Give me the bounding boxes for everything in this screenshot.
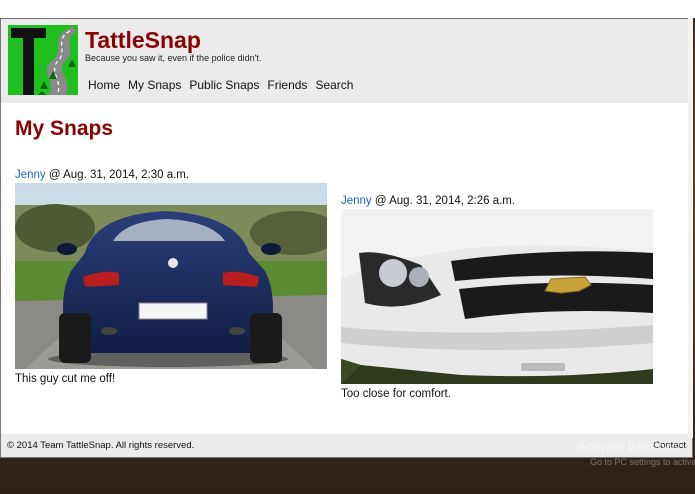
nav-friends[interactable]: Friends <box>267 78 307 92</box>
snap-meta: Jenny @ Aug. 31, 2014, 2:26 a.m. <box>341 195 653 207</box>
main-nav: Home My Snaps Public Snaps Friends Searc… <box>88 78 361 92</box>
copyright-text: © 2014 Team TattleSnap. All rights reser… <box>7 440 195 451</box>
white-truck-front-photo <box>341 209 653 384</box>
snap-card: Jenny @ Aug. 31, 2014, 2:26 a.m. Too clo… <box>341 195 653 400</box>
nav-home[interactable]: Home <box>88 78 120 92</box>
snap-card: Jenny @ Aug. 31, 2014, 2:30 a.m. This gu… <box>15 169 327 385</box>
snap-user-link[interactable]: Jenny <box>341 195 372 207</box>
nav-public-snaps[interactable]: Public Snaps <box>189 78 259 92</box>
activate-windows-watermark: Activate Windows <box>578 439 681 454</box>
nav-search[interactable]: Search <box>315 78 353 92</box>
snap-photo[interactable] <box>15 183 327 369</box>
snap-user-link[interactable]: Jenny <box>15 169 46 181</box>
page-title: My Snaps <box>15 117 114 140</box>
logo-graphic <box>8 25 78 95</box>
snap-meta: Jenny @ Aug. 31, 2014, 2:30 a.m. <box>15 169 327 181</box>
brand-tagline: Because you saw it, even if the police d… <box>85 53 262 63</box>
blue-sports-car-rear-photo <box>15 183 327 369</box>
vertical-scrollbar[interactable] <box>688 18 693 438</box>
app-window: TattleSnap Because you saw it, even if t… <box>0 18 693 458</box>
snap-photo[interactable] <box>341 209 653 384</box>
snap-timestamp: @ Aug. 31, 2014, 2:30 a.m. <box>45 169 190 181</box>
snap-timestamp: @ Aug. 31, 2014, 2:26 a.m. <box>371 195 516 207</box>
brand-title[interactable]: TattleSnap <box>85 27 201 54</box>
browser-top-strip <box>0 0 695 18</box>
activate-windows-subtext: Go to PC settings to activate <box>590 457 695 467</box>
snap-caption: This guy cut me off! <box>15 373 116 385</box>
site-header: TattleSnap Because you saw it, even if t… <box>1 19 692 103</box>
snap-caption: Too close for comfort. <box>341 388 451 400</box>
nav-my-snaps[interactable]: My Snaps <box>128 78 181 92</box>
tattlesnap-logo[interactable] <box>8 25 78 95</box>
